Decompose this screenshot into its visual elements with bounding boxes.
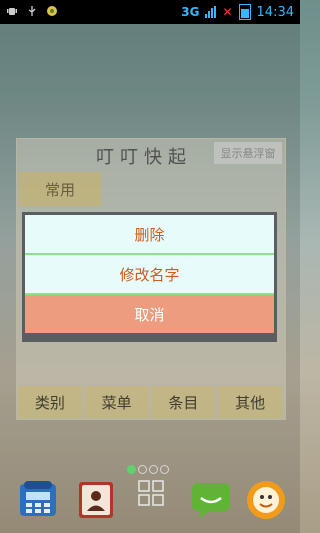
page-dot-active	[127, 465, 136, 474]
status-right: 3G ✕ 14:34	[181, 0, 294, 24]
contacts-icon[interactable]	[74, 478, 118, 522]
browser-icon[interactable]	[244, 478, 288, 522]
status-left	[0, 5, 58, 20]
sms-icon[interactable]	[189, 478, 233, 522]
usb-icon	[26, 5, 38, 20]
app-drawer-icon[interactable]	[136, 478, 180, 522]
page-dot	[160, 465, 169, 474]
app-notification-icon	[46, 5, 58, 20]
android-debug-icon	[6, 5, 18, 20]
delete-button[interactable]: 删除	[25, 215, 274, 255]
page-indicator	[127, 465, 169, 474]
page-dot	[149, 465, 158, 474]
rename-button[interactable]: 修改名字	[25, 255, 274, 295]
context-dialog: 删除 修改名字 取消	[22, 212, 277, 342]
signal-icon	[205, 6, 217, 18]
page-dot	[138, 465, 147, 474]
no-sim-icon: ✕	[222, 5, 233, 19]
clock: 14:34	[256, 4, 294, 20]
status-bar: 3G ✕ 14:34	[0, 0, 300, 24]
phone-icon[interactable]	[16, 478, 60, 522]
battery-icon	[238, 4, 251, 20]
network-type: 3G	[181, 5, 200, 19]
dock	[0, 478, 300, 533]
cancel-button[interactable]: 取消	[25, 295, 274, 333]
